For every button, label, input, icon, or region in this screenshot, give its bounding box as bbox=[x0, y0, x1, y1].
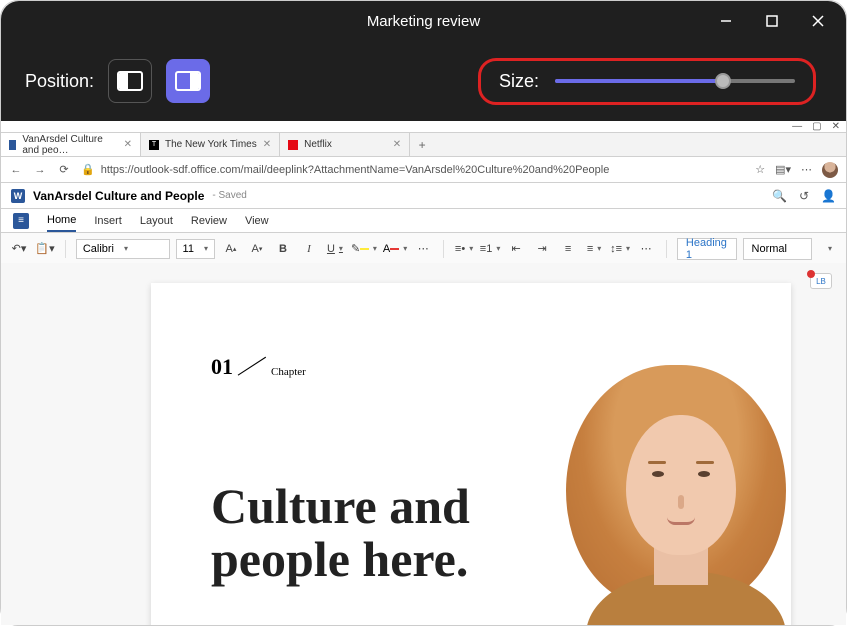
dock-right-icon bbox=[175, 71, 201, 91]
file-menu-button[interactable]: ≡ bbox=[13, 213, 29, 229]
size-control-group: Size: bbox=[478, 58, 816, 105]
refresh-button[interactable]: ⟳ bbox=[57, 163, 71, 177]
style-normal[interactable]: Normal bbox=[743, 238, 812, 260]
increase-indent-button[interactable]: ⇥ bbox=[532, 239, 552, 259]
italic-button[interactable]: I bbox=[299, 239, 319, 259]
decrease-indent-button[interactable]: ⇤ bbox=[506, 239, 526, 259]
netflix-favicon-icon bbox=[288, 140, 298, 150]
align-menu-button[interactable]: ≡▾ bbox=[584, 239, 604, 259]
inner-maximize-icon[interactable]: ▢ bbox=[812, 121, 821, 132]
undo-button[interactable]: ↶▾ bbox=[9, 239, 29, 259]
tab-insert[interactable]: Insert bbox=[94, 211, 122, 231]
dock-left-icon bbox=[117, 71, 143, 91]
favorite-icon[interactable]: ☆ bbox=[755, 163, 765, 176]
inner-window-controls: — ▢ ✕ bbox=[1, 121, 846, 133]
minimize-button[interactable] bbox=[708, 6, 744, 36]
bullets-button[interactable]: ≡•▾ bbox=[454, 239, 474, 259]
tab-view[interactable]: View bbox=[245, 211, 269, 231]
presence-initials: LB bbox=[816, 277, 826, 286]
browser-tab[interactable]: T The New York Times ✕ bbox=[141, 133, 280, 156]
font-family-select[interactable]: Calibri▾ bbox=[76, 239, 170, 259]
close-button[interactable] bbox=[800, 6, 836, 36]
document-name[interactable]: VanArsdel Culture and People bbox=[33, 189, 204, 203]
extensions-icon[interactable]: ▤▾ bbox=[775, 163, 791, 176]
profile-avatar[interactable] bbox=[822, 162, 838, 178]
word-logo-icon: W bbox=[11, 189, 25, 203]
word-favicon-icon bbox=[9, 140, 16, 150]
tab-title: Netflix bbox=[304, 139, 332, 150]
url-text: https://outlook-sdf.office.com/mail/deep… bbox=[101, 164, 610, 176]
person-icon[interactable]: 👤 bbox=[821, 189, 836, 203]
person-image bbox=[526, 345, 826, 625]
tab-review[interactable]: Review bbox=[191, 211, 227, 231]
tab-close-icon[interactable]: ✕ bbox=[263, 139, 271, 150]
browser-tab[interactable]: Netflix ✕ bbox=[280, 133, 410, 156]
tab-title: The New York Times bbox=[165, 139, 257, 150]
tab-home[interactable]: Home bbox=[47, 210, 76, 232]
presence-badge[interactable]: LB bbox=[810, 273, 832, 289]
slider-fill bbox=[555, 79, 723, 83]
tab-layout[interactable]: Layout bbox=[140, 211, 173, 231]
browser-tab[interactable]: VanArsdel Culture and peo… ✕ bbox=[1, 133, 141, 156]
tab-title: VanArsdel Culture and peo… bbox=[22, 134, 117, 156]
numbering-button[interactable]: ≡1▾ bbox=[480, 239, 500, 259]
size-label: Size: bbox=[499, 71, 539, 92]
address-bar[interactable]: 🔒 https://outlook-sdf.office.com/mail/de… bbox=[81, 163, 745, 176]
slash-icon: ／ bbox=[235, 345, 268, 387]
inner-close-icon[interactable]: ✕ bbox=[832, 121, 840, 132]
size-slider[interactable] bbox=[555, 71, 795, 91]
align-left-button[interactable]: ≡ bbox=[558, 239, 578, 259]
save-status: - Saved bbox=[212, 190, 246, 201]
chapter-number: 01 bbox=[211, 354, 233, 380]
position-right-button[interactable] bbox=[166, 59, 210, 103]
position-left-button[interactable] bbox=[108, 59, 152, 103]
window-controls bbox=[708, 1, 836, 41]
line-spacing-button[interactable]: ↕≡▾ bbox=[610, 239, 630, 259]
inner-minimize-icon[interactable]: — bbox=[792, 121, 802, 132]
font-color-button[interactable]: A▾ bbox=[383, 239, 407, 259]
style-heading1[interactable]: Heading 1 bbox=[677, 238, 737, 260]
window-title: Marketing review bbox=[367, 13, 480, 30]
position-label: Position: bbox=[25, 71, 94, 92]
tab-close-icon[interactable]: ✕ bbox=[393, 139, 401, 150]
underline-button[interactable]: U▾ bbox=[325, 239, 345, 259]
styles-more-button[interactable]: ▾ bbox=[818, 239, 838, 259]
bold-button[interactable]: B bbox=[273, 239, 293, 259]
lock-icon: 🔒 bbox=[81, 163, 95, 176]
highlight-button[interactable]: ✎▾ bbox=[351, 239, 377, 259]
document-canvas[interactable]: 01 ／ Chapter Culture and people here. bbox=[1, 263, 846, 625]
shrink-font-button[interactable]: A▾ bbox=[247, 239, 267, 259]
more-paragraph-button[interactable]: ⋯ bbox=[636, 239, 656, 259]
search-icon[interactable]: 🔍 bbox=[772, 189, 787, 203]
tab-close-icon[interactable]: ✕ bbox=[124, 139, 132, 150]
font-size-select[interactable]: 11▾ bbox=[176, 239, 215, 259]
new-tab-button[interactable]: + bbox=[410, 133, 434, 156]
chapter-label: Chapter bbox=[271, 366, 306, 378]
more-font-button[interactable]: ⋯ bbox=[413, 239, 433, 259]
paste-button[interactable]: 📋▾ bbox=[35, 239, 55, 259]
history-icon[interactable]: ↺ bbox=[799, 189, 809, 203]
menu-icon[interactable]: ⋯ bbox=[801, 163, 812, 176]
nyt-favicon-icon: T bbox=[149, 140, 159, 150]
back-button[interactable]: ← bbox=[9, 163, 23, 177]
browser-tabs: VanArsdel Culture and peo… ✕ T The New Y… bbox=[1, 133, 846, 157]
maximize-button[interactable] bbox=[754, 6, 790, 36]
forward-button[interactable]: → bbox=[33, 163, 47, 177]
grow-font-button[interactable]: A▴ bbox=[221, 239, 241, 259]
slider-thumb[interactable] bbox=[715, 73, 731, 89]
